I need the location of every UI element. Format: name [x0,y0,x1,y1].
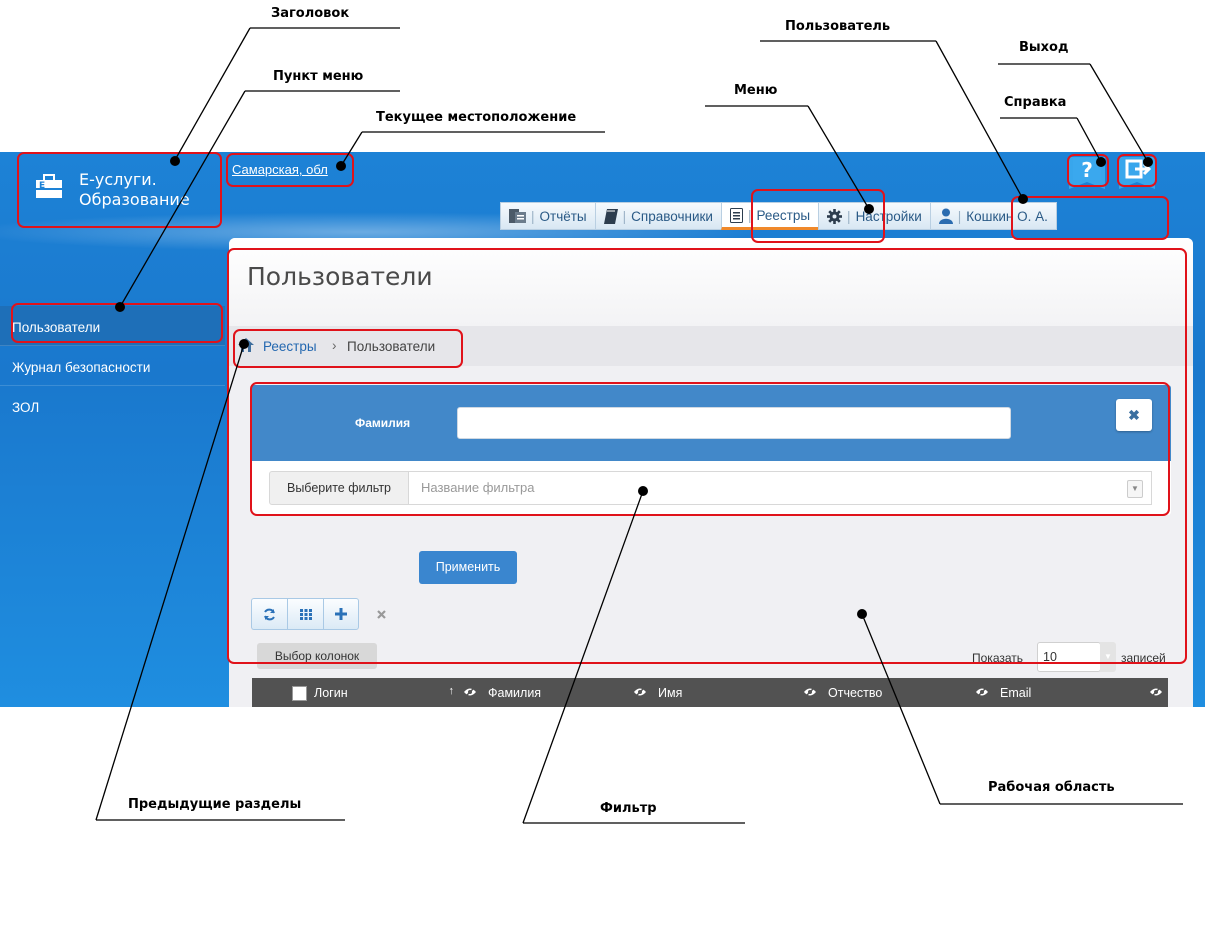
tab-registries-label: Реестры [756,207,811,223]
column-header-surname[interactable]: Фамилия [482,678,652,707]
sidebar-item-users[interactable]: Пользователи [0,306,225,346]
annotation-menu: Меню [734,83,778,98]
column-label: Имя [658,685,683,700]
annotation-dot [1096,157,1106,167]
tab-settings[interactable]: | Настройки [818,202,930,230]
breadcrumb-registries-link[interactable]: Реестры [263,339,317,354]
breadcrumb-separator: › [332,338,337,353]
column-label: Фамилия [488,685,542,700]
annotation-work-area: Рабочая область [988,780,1115,795]
column-label: Отчество [828,685,883,700]
annotation-filter: Фильтр [600,801,657,816]
app-title-line2: Образование [79,190,190,209]
annotation-dot [864,204,874,214]
sidebar-item-zol[interactable]: ЗОЛ [0,386,225,426]
delete-button[interactable] [363,598,399,630]
svg-text:E: E [39,181,45,191]
column-header-email[interactable]: Email [994,678,1168,707]
annotation-dot [170,156,180,166]
grid-icon [299,608,312,620]
column-header-login[interactable]: Логин ↑ [252,678,482,707]
surname-label: Фамилия [355,416,411,430]
show-label: Показать [972,651,1024,665]
work-area-panel: Пользователи Реестры › Пользователи Фами… [229,238,1193,707]
hide-column-icon[interactable] [804,687,816,697]
tab-directories-label: Справочники [631,208,713,224]
plus-icon [335,608,347,620]
tab-directories[interactable]: | Справочники [594,202,721,230]
filter-select-placeholder: Название фильтра [421,480,535,495]
annotation-dot [239,339,249,349]
app-title[interactable]: Е-услуги. Образование [79,170,190,210]
select-filter-label: Выберите фильтр [269,471,409,505]
annotation-previous-sections: Предыдущие разделы [128,797,302,812]
column-label: Логин [314,685,348,700]
page-size-input[interactable]: 10 [1037,642,1101,672]
page-title: Пользователи [247,262,433,291]
annotation-dot [857,609,867,619]
annotation-current-location: Текущее местоположение [376,110,577,125]
users-table: Логин ↑ Фамилия Имя Отчество Email [252,678,1168,707]
sidebar-item-label: Пользователи [12,320,101,335]
annotation-dot [1018,194,1028,204]
annotation-dot [1143,157,1153,167]
table-toolbar [251,598,399,630]
hide-column-icon[interactable] [1150,687,1162,697]
grid-view-button[interactable] [287,598,323,630]
annotation-help: Справка [1004,95,1067,110]
table-header-row: Логин ↑ Фамилия Имя Отчество Email [252,678,1168,707]
select-all-checkbox[interactable] [292,686,307,701]
sidebar-item-security-log[interactable]: Журнал безопасности [0,346,225,386]
filter-header: Фамилия ✖ [251,385,1171,461]
report-icon [509,209,526,223]
apply-button[interactable]: Применить [419,551,517,584]
app-title-line1: Е-услуги. [79,170,157,189]
svg-text:?: ? [1081,158,1093,182]
breadcrumb: Реестры › Пользователи [229,326,1193,366]
annotation-header: Заголовок [271,6,350,21]
tab-reports[interactable]: | Отчёты [500,202,595,230]
page-header: Пользователи [229,238,1193,327]
chevron-down-icon[interactable]: ▼ [1100,642,1116,672]
user-icon [938,208,953,224]
refresh-button[interactable] [251,598,287,630]
column-label: Email [1000,685,1032,700]
tab-user-profile-label: Кошкин О. А. [966,208,1048,224]
annotation-exit: Выход [1019,40,1069,55]
clear-filter-button[interactable]: ✖ [1116,399,1152,431]
hide-column-icon[interactable] [976,687,988,697]
filter-select[interactable]: Название фильтра ▼ [408,471,1152,505]
hide-column-icon[interactable] [464,687,476,697]
add-button[interactable] [323,598,359,630]
annotation-dot [336,161,346,171]
gear-icon [827,208,843,224]
records-label: записей [1121,651,1166,665]
sidebar-item-label: Журнал безопасности [12,360,151,375]
sidebar-item-label: ЗОЛ [12,400,40,415]
breadcrumb-current: Пользователи [347,339,436,354]
document-icon [729,207,743,223]
column-header-patronymic[interactable]: Отчество [822,678,994,707]
column-header-name[interactable]: Имя [652,678,822,707]
annotation-dot [115,302,125,312]
close-icon [376,609,386,619]
column-chooser-button[interactable]: Выбор колонок [257,643,377,669]
sort-up-icon[interactable]: ↑ [449,685,455,697]
book-icon [603,208,618,224]
filter-card: Фамилия ✖ Выберите фильтр Название фильт… [251,385,1171,515]
current-location-link[interactable]: Самарская, обл [232,162,328,177]
tab-reports-label: Отчёты [539,208,587,224]
chevron-down-icon[interactable]: ▼ [1127,480,1143,498]
annotation-user: Пользователь [785,19,891,34]
main-menu-tabs: | Отчёты | Справочники | Реестры | Настр… [500,202,1057,230]
tab-registries[interactable]: | Реестры [720,202,819,230]
refresh-icon [264,608,275,620]
surname-input[interactable] [457,407,1011,439]
hide-column-icon[interactable] [634,687,646,697]
tab-user-profile[interactable]: | Кошкин О. А. [929,202,1057,230]
annotation-menu-item: Пункт меню [273,69,364,84]
annotation-dot [638,486,648,496]
briefcase-logo-icon: E [36,174,62,198]
